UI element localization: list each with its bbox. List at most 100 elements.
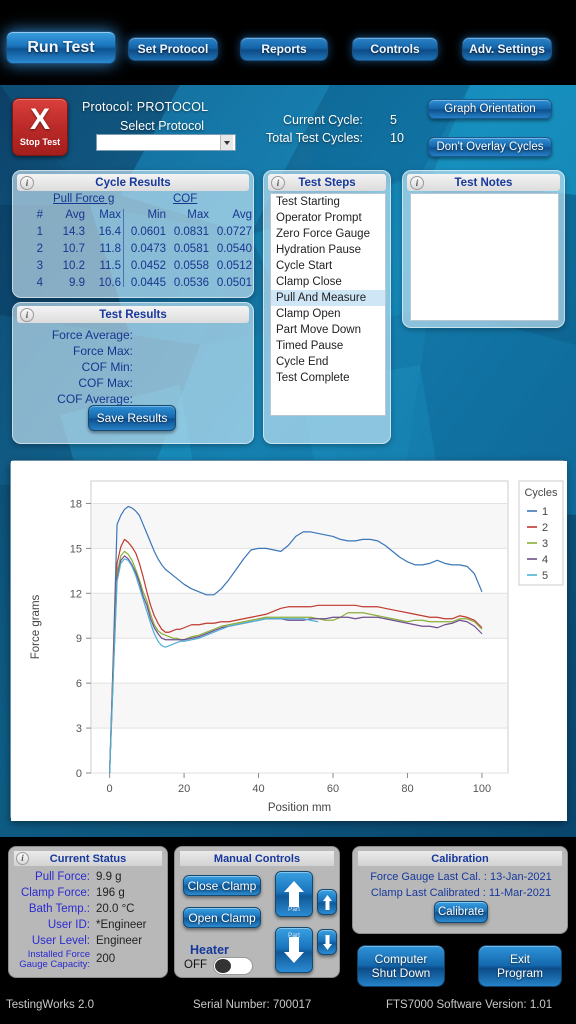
open-clamp-button[interactable]: Open Clamp <box>183 907 261 928</box>
cell-cof-avg: 0.0727 <box>216 226 252 238</box>
exit-program-button[interactable]: Exit Program <box>478 945 562 987</box>
info-icon[interactable]: i <box>271 175 285 190</box>
svg-text:Force grams: Force grams <box>30 594 42 659</box>
step-item[interactable]: Zero Force Gauge <box>271 226 385 242</box>
step-item[interactable]: Hydration Pause <box>271 242 385 258</box>
chart-canvas: 03691215180 20 40 60 80 100Position mmForce g… <box>11 461 567 821</box>
arrow-up-icon <box>284 881 304 907</box>
heater-state-label: OFF <box>184 959 207 971</box>
stop-test-button[interactable]: X Stop Test <box>12 98 68 156</box>
cycle-results-title: Cycle Results <box>95 176 171 189</box>
cell-num: 3 <box>36 260 43 272</box>
save-results-button[interactable]: Save Results <box>88 405 176 431</box>
cycle-results-header: i Cycle Results <box>17 174 249 191</box>
col-header-num: # <box>36 209 43 221</box>
test-notes-input[interactable] <box>410 193 559 321</box>
info-icon[interactable]: i <box>20 175 34 190</box>
cell-num: 1 <box>36 226 43 238</box>
table-row: 1 14.3 16.4 0.0601 0.0831 0.0727 <box>13 226 255 242</box>
total-cycles-label: Total Test Cycles: <box>266 131 364 145</box>
step-item[interactable]: Operator Prompt <box>271 210 385 226</box>
col-header-cof-max: Max <box>187 209 209 221</box>
col-header-force-max: Max <box>99 209 121 221</box>
footer-serial-number: Serial Number: 700017 <box>193 999 312 1011</box>
step-item[interactable]: Test Complete <box>271 370 385 386</box>
total-cycles-value: 10 <box>390 131 404 145</box>
cell-cof-avg: 0.0501 <box>216 277 252 289</box>
cell-force-max: 10.6 <box>98 277 121 289</box>
force-gauge-cal-date: Force Gauge Last Cal. : 13-Jan-2021 <box>370 871 552 883</box>
svg-text:60: 60 <box>327 783 339 795</box>
svg-text:15: 15 <box>70 543 82 555</box>
svg-text:3: 3 <box>542 538 548 550</box>
svg-text:20: 20 <box>178 783 190 795</box>
calibrate-button[interactable]: Calibrate <box>434 901 488 923</box>
step-item[interactable]: Timed Pause <box>271 338 385 354</box>
jog-up-button[interactable] <box>317 889 337 915</box>
step-item[interactable]: Test Starting <box>271 194 385 210</box>
table-row: 2 10.7 11.8 0.0473 0.0581 0.0540 <box>13 243 255 259</box>
user-level-label: User Level: <box>31 935 90 947</box>
manual-controls-header: Manual Controls <box>180 851 334 866</box>
heater-toggle[interactable] <box>213 957 253 975</box>
col-header-force-avg: Avg <box>65 209 85 221</box>
step-item[interactable]: Cycle End <box>271 354 385 370</box>
calibration-header: Calibration <box>358 851 562 866</box>
svg-text:12: 12 <box>70 588 82 600</box>
force-position-chart: 0 3 6 9 12 15 18 0 20 40 60 80 100 Position mm Force g… <box>10 460 567 821</box>
toggle-knob <box>215 959 231 973</box>
step-item-selected[interactable]: Pull And Measure <box>271 290 385 306</box>
part-down-label: Part <box>288 932 300 939</box>
application-window: Run Test Set Protocol Reports Controls A… <box>0 0 576 1024</box>
chevron-down-icon[interactable] <box>220 135 233 150</box>
calibration-title: Calibration <box>431 852 489 865</box>
cell-cof-max: 0.0831 <box>173 226 209 238</box>
nav-tab-set-protocol[interactable]: Set Protocol <box>128 37 218 61</box>
cell-force-max: 11.8 <box>99 243 121 255</box>
current-cycle-label: Current Cycle: <box>283 113 363 127</box>
select-protocol-dropdown[interactable] <box>96 134 236 151</box>
graph-orientation-button[interactable]: Graph Orientation <box>428 99 552 119</box>
table-header-row: # Avg Max Min Max Avg <box>13 209 255 225</box>
part-move-down-button[interactable]: Part <box>275 927 313 973</box>
svg-text:18: 18 <box>70 498 82 510</box>
step-item[interactable]: Cycle Start <box>271 258 385 274</box>
cell-force-max: 16.4 <box>98 226 121 238</box>
test-results-title: Test Results <box>99 308 167 321</box>
info-icon[interactable]: i <box>20 307 34 322</box>
exit-line1: Exit <box>509 952 530 966</box>
step-item[interactable]: Clamp Close <box>271 274 385 290</box>
info-icon[interactable]: i <box>410 175 424 190</box>
part-move-up-button[interactable]: Part <box>275 871 313 917</box>
bath-temp-label: Bath Temp.: <box>28 903 90 915</box>
svg-text:1: 1 <box>542 506 548 518</box>
jog-down-button[interactable] <box>317 929 337 955</box>
overlay-cycles-button[interactable]: Don't Overlay Cycles <box>428 137 552 157</box>
col-header-cof-min: Min <box>147 209 166 221</box>
cof-max-label: COF Max: <box>78 376 133 390</box>
svg-text:2: 2 <box>542 522 548 534</box>
pull-force-label: Pull Force: <box>35 871 90 883</box>
select-protocol-label: Select Protocol <box>120 119 205 133</box>
arrow-down-small-icon <box>322 934 332 950</box>
nav-tab-reports[interactable]: Reports <box>240 37 328 61</box>
close-clamp-button[interactable]: Close Clamp <box>183 875 261 896</box>
info-icon[interactable]: i <box>16 851 29 865</box>
col-header-cof-avg: Avg <box>232 209 252 221</box>
step-item[interactable]: Clamp Open <box>271 306 385 322</box>
cell-force-avg: 9.9 <box>69 277 85 289</box>
force-max-label: Force Max: <box>72 344 133 358</box>
svg-text:9: 9 <box>76 633 82 645</box>
nav-tab-controls[interactable]: Controls <box>352 37 438 61</box>
test-steps-list[interactable]: Test Starting Operator Prompt Zero Force… <box>270 193 386 416</box>
nav-tab-run-test[interactable]: Run Test <box>6 31 116 64</box>
step-item[interactable]: Part Move Down <box>271 322 385 338</box>
svg-text:6: 6 <box>76 678 82 690</box>
group-header-cof: COF <box>173 193 198 205</box>
manual-controls-title: Manual Controls <box>213 852 301 865</box>
cell-cof-min: 0.0601 <box>130 226 166 238</box>
protocol-name-label: Protocol: PROTOCOL <box>82 100 209 114</box>
test-steps-panel: i Test Steps Test Starting Operator Prom… <box>263 170 391 444</box>
nav-tab-adv-settings[interactable]: Adv. Settings <box>462 37 552 61</box>
computer-shutdown-button[interactable]: Computer Shut Down <box>357 945 445 987</box>
